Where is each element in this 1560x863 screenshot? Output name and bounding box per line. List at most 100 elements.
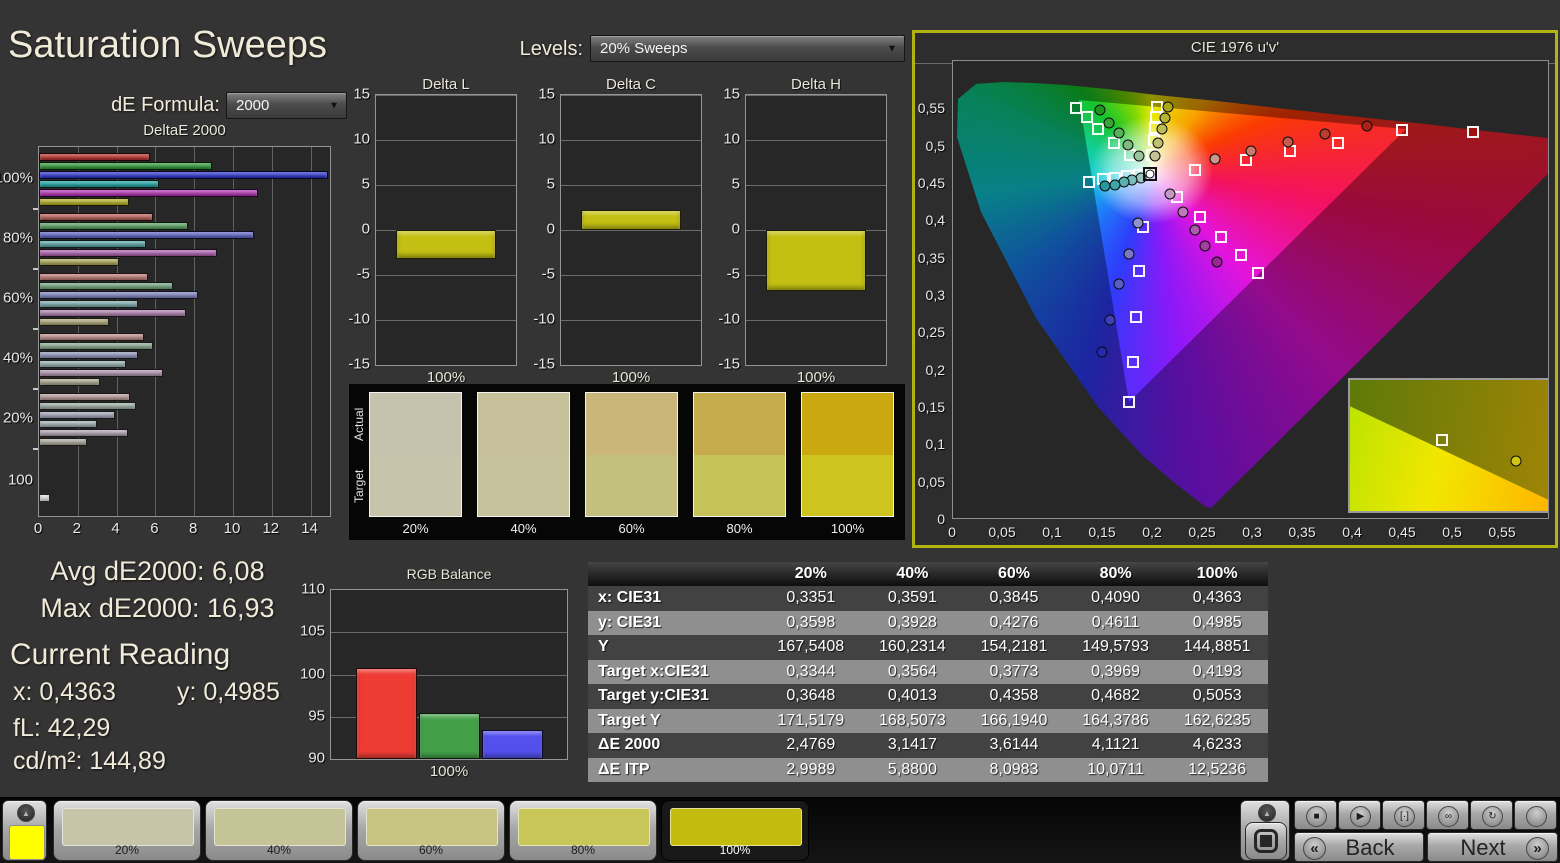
axis-tick-label: 0 bbox=[937, 511, 945, 527]
next-button[interactable]: Next » bbox=[1427, 832, 1558, 862]
table-header-cell: 40% bbox=[896, 565, 929, 582]
de-formula-dropdown[interactable]: 2000 ▼ bbox=[226, 92, 347, 119]
cie-measured-marker-yellow bbox=[1156, 123, 1168, 135]
axis-group-label: 40% bbox=[2, 349, 33, 367]
axis-tick-label: 0 bbox=[948, 524, 956, 540]
gridline bbox=[376, 95, 516, 96]
back-button[interactable]: « Back bbox=[1294, 832, 1424, 862]
gridline bbox=[746, 365, 886, 366]
cie-target-marker-green bbox=[1070, 101, 1082, 114]
infinity-icon: ∞ bbox=[1438, 806, 1459, 827]
table-value-cell: 0,3928 bbox=[887, 613, 937, 631]
table-header-cell: 100% bbox=[1196, 565, 1238, 582]
cie-diagram bbox=[952, 60, 1549, 519]
cie-target-marker-red bbox=[1396, 124, 1408, 137]
cie-measured-marker-yellow bbox=[1162, 101, 1174, 113]
rgb-balance-title: RGB Balance bbox=[406, 566, 492, 582]
cie-inset-measured-marker bbox=[1510, 455, 1522, 467]
delta-h-plot bbox=[745, 94, 887, 366]
gridline bbox=[271, 147, 273, 516]
cie-measured-marker-blue bbox=[1123, 248, 1135, 260]
swatch-pair bbox=[801, 392, 894, 517]
refresh-button[interactable]: ↻ bbox=[1470, 800, 1513, 830]
cie-measured-marker-yellow bbox=[1149, 150, 1161, 162]
cie-measured-marker-green bbox=[1103, 117, 1115, 129]
next-label: Next bbox=[1460, 835, 1506, 860]
deltae-bar bbox=[39, 393, 131, 401]
axis-tick-label: -10 bbox=[718, 310, 740, 328]
cie-x-axis: 0 0,05 0,1 0,15 0,2 0,25 0,3 0,35 0,4 0,45 0,5 0,55 bbox=[948, 524, 1552, 540]
axis-tick-label: 0,15 bbox=[1088, 524, 1116, 540]
axis-tick-label: -5 bbox=[356, 265, 370, 283]
deltae-bar bbox=[39, 171, 328, 179]
axis-tick-label: 0,35 bbox=[917, 249, 945, 266]
deltae-bar bbox=[39, 282, 173, 290]
levels-dropdown[interactable]: 20% Sweeps ▼ bbox=[590, 35, 905, 62]
deltae-bar bbox=[39, 438, 88, 446]
cie-target-marker-blue bbox=[1123, 395, 1135, 408]
table-value-cell: 0,3648 bbox=[786, 687, 836, 705]
gridline bbox=[561, 320, 701, 321]
deltae-bar bbox=[39, 249, 218, 257]
cie-measured-marker-green bbox=[1113, 127, 1125, 139]
axis-tick-label: -10 bbox=[533, 310, 555, 328]
axis-tick-label: 0,45 bbox=[1388, 524, 1416, 540]
delta-h-title: Delta H bbox=[790, 76, 842, 93]
range-icon: [·] bbox=[1394, 806, 1415, 827]
gridline bbox=[746, 95, 886, 96]
axis-tick-label: 0,4 bbox=[925, 212, 945, 229]
table-value-cell: 162,6235 bbox=[1183, 711, 1251, 729]
table-value-cell: 4,6233 bbox=[1192, 736, 1242, 754]
delta-l-plot bbox=[375, 94, 517, 366]
avg-de2000: Avg dE2000: 6,08 bbox=[50, 556, 265, 586]
axis-tick-label: 0,5 bbox=[1442, 524, 1462, 540]
refresh-icon: ↻ bbox=[1482, 806, 1503, 827]
cie-measured-marker-red bbox=[1361, 120, 1373, 132]
table-value-cell: 0,4013 bbox=[887, 687, 937, 705]
table-header-cell: 20% bbox=[794, 565, 827, 582]
table-row-label: ΔE ITP bbox=[598, 760, 650, 778]
blank-button[interactable] bbox=[1514, 800, 1557, 830]
axis-tick-label: 0,3 bbox=[925, 286, 945, 303]
axis-tick-label: 0 bbox=[361, 220, 370, 238]
cie-white-point-measured bbox=[1145, 169, 1155, 179]
table-value-cell: 160,2314 bbox=[879, 638, 946, 656]
deltae-bar bbox=[39, 198, 129, 206]
table-value-cell: 3,6144 bbox=[989, 736, 1039, 754]
actual-swatch bbox=[586, 393, 677, 455]
deltae-bar bbox=[39, 153, 150, 161]
table-value-cell: 0,4358 bbox=[989, 687, 1039, 705]
cie-measured-marker-magenta bbox=[1177, 206, 1189, 218]
axis-tick-label: 0,5 bbox=[925, 137, 945, 154]
cie-measured-marker-red bbox=[1319, 128, 1331, 140]
swatch-level-label: 20% bbox=[402, 521, 429, 536]
table-value-cell: 0,4090 bbox=[1091, 589, 1141, 607]
table-row: Target x:CIE31 0,3344 0,3564 0,3773 0,3969 0,… bbox=[588, 659, 1268, 684]
measurement-table: 20% 40% 60% 80% 100% x: CIE31 0,3351 0,3591 0,38… bbox=[588, 562, 1268, 782]
deltae-bar bbox=[39, 429, 129, 437]
play-icon: ▶ bbox=[1350, 806, 1371, 827]
deltae-bar bbox=[39, 360, 127, 368]
table-value-cell: 0,3598 bbox=[786, 613, 836, 631]
cie-measured-marker-magenta bbox=[1164, 188, 1176, 200]
play-button[interactable]: ▶ bbox=[1338, 800, 1381, 830]
range-button[interactable]: [·] bbox=[1382, 800, 1425, 830]
infinity-button[interactable]: ∞ bbox=[1426, 800, 1469, 830]
gridline bbox=[561, 140, 701, 141]
target-swatch bbox=[478, 455, 569, 516]
swatch-level-label: 100% bbox=[830, 521, 865, 536]
table-row: x: CIE31 0,3351 0,3591 0,3845 0,4090 0,4363 bbox=[588, 586, 1268, 611]
cie-target-marker-blue bbox=[1130, 310, 1142, 323]
cie-target-marker-magenta bbox=[1194, 211, 1206, 224]
table-value-cell: 154,2181 bbox=[980, 638, 1048, 656]
axis-tick-label: 0,15 bbox=[917, 398, 945, 415]
deltae-bar bbox=[39, 309, 187, 317]
levels-label: Levels: bbox=[519, 38, 583, 60]
stop-button[interactable]: ■ bbox=[1294, 800, 1337, 830]
gridline bbox=[194, 147, 196, 516]
back-label: Back bbox=[1345, 835, 1395, 860]
table-value-cell: 0,4363 bbox=[1192, 589, 1242, 607]
table-value-cell: 171,5179 bbox=[777, 711, 845, 729]
swatch-strip: 20% 40% 60% 80% 100% bbox=[349, 384, 905, 540]
gridline bbox=[561, 365, 701, 366]
